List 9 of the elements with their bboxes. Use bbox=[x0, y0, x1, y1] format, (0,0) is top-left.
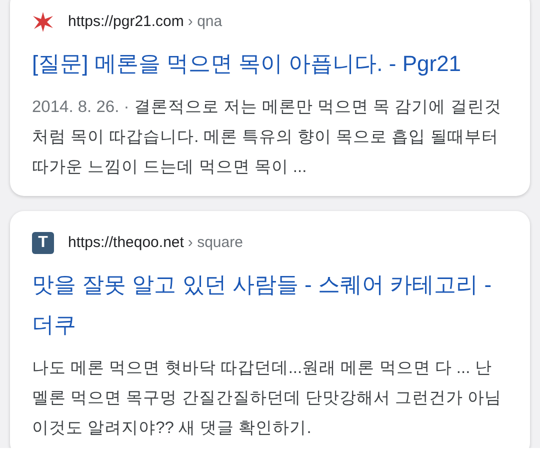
result-url[interactable]: https://pgr21.com bbox=[68, 10, 184, 34]
result-snippet: 2014. 8. 26. · 결론적으로 저는 메론만 먹으면 목 감기에 걸린것처럼 목이 따갑습니다. 메론 특유의 향이 목으로 흡입 될때부터 따가운 느낌이 드는데 먹으면 목이 ... bbox=[32, 97, 502, 178]
site-logo-icon: T bbox=[32, 232, 54, 254]
result-title[interactable]: [질문] 메론을 먹으면 목이 아픕니다. - Pgr21 bbox=[32, 44, 508, 84]
breadcrumb-path: › qna bbox=[188, 12, 222, 32]
result-url[interactable]: https://theqoo.net bbox=[68, 232, 184, 254]
result-title[interactable]: 맛을 잘못 알고 있던 사람들 - 스퀘어 카테고리 - 더쿠 bbox=[32, 265, 508, 345]
breadcrumb-path: › square bbox=[188, 232, 243, 253]
result-snippet: 나도 메론 먹으면 혓바닥 따갑던데...원래 메론 먹으면 다 ... 난 멜론 먹으면 목구멍 간질간질하던데 단맛강해서 그런건가 아님 이것도 알려지야?? 새 댓글 확인하기. bbox=[32, 358, 503, 439]
